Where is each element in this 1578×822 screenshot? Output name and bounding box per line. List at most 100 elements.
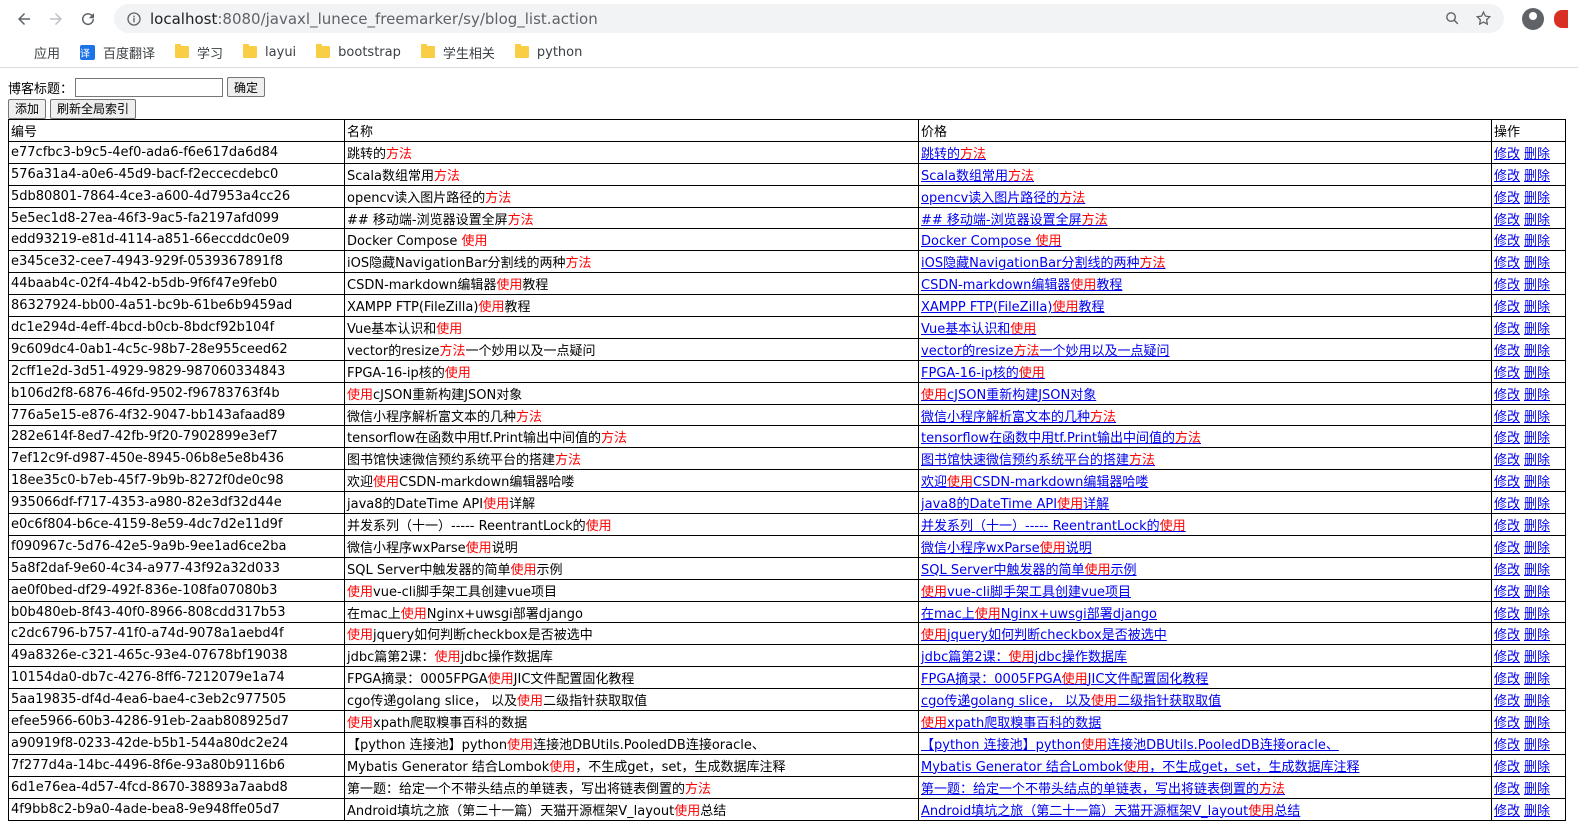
edit-link[interactable]: 修改 (1494, 344, 1520, 359)
blog-title-link[interactable]: FPGA-16-ip核的使用 (921, 366, 1045, 381)
bookmark-folder-layui[interactable]: layui (243, 44, 296, 60)
blog-title-link[interactable]: 使用xpath爬取糗事百科的数据 (921, 716, 1101, 731)
delete-link[interactable]: 删除 (1524, 541, 1550, 556)
edit-link[interactable]: 修改 (1494, 278, 1520, 293)
blog-title-link[interactable]: Scala数组常用方法 (921, 169, 1034, 184)
blog-title-link[interactable]: CSDN-markdown编辑器使用教程 (921, 278, 1122, 293)
bookmark-folder-bootstrap[interactable]: bootstrap (316, 44, 401, 60)
blog-title-link[interactable]: java8的DateTime API使用详解 (921, 497, 1109, 512)
blog-title-link[interactable]: opencv读入图片路径的方法 (921, 191, 1085, 206)
delete-link[interactable]: 删除 (1524, 782, 1550, 797)
blog-title-link[interactable]: ## 移动端-浏览器设置全屏方法 (921, 213, 1108, 228)
blog-title-link[interactable]: cgo传递golang slice， 以及使用二级指针获取取值 (921, 694, 1221, 709)
edit-link[interactable]: 修改 (1494, 410, 1520, 425)
delete-link[interactable]: 删除 (1524, 497, 1550, 512)
delete-link[interactable]: 删除 (1524, 256, 1550, 271)
edit-link[interactable]: 修改 (1494, 782, 1520, 797)
blog-title-link[interactable]: XAMPP FTP(FileZilla)使用教程 (921, 300, 1105, 315)
reload-icon[interactable] (72, 3, 104, 35)
blog-title-link[interactable]: Mybatis Generator 结合Lombok使用，不生成get，set，… (921, 760, 1360, 775)
edit-link[interactable]: 修改 (1494, 738, 1520, 753)
delete-link[interactable]: 删除 (1524, 191, 1550, 206)
delete-link[interactable]: 删除 (1524, 563, 1550, 578)
bookmark-folder-study[interactable]: 学习 (175, 43, 223, 62)
delete-link[interactable]: 删除 (1524, 431, 1550, 446)
blog-title-link[interactable]: 【python 连接池】python使用连接池DBUtils.PooledDB连… (921, 738, 1339, 753)
star-icon[interactable] (1475, 10, 1492, 27)
bookmark-baidu-translate[interactable]: 译 百度翻译 (80, 43, 155, 62)
blog-title-link[interactable]: Android填坑之旅（第二十一篇）天猫开源框架V_layout使用总结 (921, 804, 1300, 819)
delete-link[interactable]: 删除 (1524, 344, 1550, 359)
edit-link[interactable]: 修改 (1494, 300, 1520, 315)
delete-link[interactable]: 删除 (1524, 760, 1550, 775)
delete-link[interactable]: 删除 (1524, 519, 1550, 534)
delete-link[interactable]: 删除 (1524, 388, 1550, 403)
confirm-button[interactable]: 确定 (227, 77, 266, 97)
delete-link[interactable]: 删除 (1524, 475, 1550, 490)
edit-link[interactable]: 修改 (1494, 650, 1520, 665)
edit-link[interactable]: 修改 (1494, 213, 1520, 228)
delete-link[interactable]: 删除 (1524, 738, 1550, 753)
delete-link[interactable]: 删除 (1524, 672, 1550, 687)
edit-link[interactable]: 修改 (1494, 607, 1520, 622)
edit-link[interactable]: 修改 (1494, 256, 1520, 271)
blog-title-link[interactable]: 欢迎使用CSDN-markdown编辑器哈喽 (921, 475, 1148, 490)
edit-link[interactable]: 修改 (1494, 234, 1520, 249)
edit-link[interactable]: 修改 (1494, 322, 1520, 337)
profile-avatar-icon[interactable] (1522, 7, 1544, 30)
forward-arrow-icon[interactable] (40, 3, 72, 35)
delete-link[interactable]: 删除 (1524, 213, 1550, 228)
delete-link[interactable]: 删除 (1524, 234, 1550, 249)
blog-title-link[interactable]: Docker Compose 使用 (921, 234, 1061, 249)
edit-link[interactable]: 修改 (1494, 431, 1520, 446)
address-bar[interactable]: localhost:8080/javaxl_lunece_freemarker/… (114, 4, 1504, 33)
edit-link[interactable]: 修改 (1494, 694, 1520, 709)
delete-link[interactable]: 删除 (1524, 322, 1550, 337)
delete-link[interactable]: 删除 (1524, 453, 1550, 468)
delete-link[interactable]: 删除 (1524, 694, 1550, 709)
delete-link[interactable]: 删除 (1524, 147, 1550, 162)
blog-title-link[interactable]: tensorflow在函数中用tf.Print输出中间值的方法 (921, 431, 1201, 446)
edit-link[interactable]: 修改 (1494, 519, 1520, 534)
edit-link[interactable]: 修改 (1494, 497, 1520, 512)
edit-link[interactable]: 修改 (1494, 366, 1520, 381)
extension-icon[interactable] (1554, 9, 1568, 28)
blog-title-link[interactable]: Vue基本认识和使用 (921, 322, 1036, 337)
add-button[interactable]: 添加 (8, 98, 47, 119)
blog-title-link[interactable]: 并发系列（十一）----- ReentrantLock的使用 (921, 519, 1186, 534)
delete-link[interactable]: 删除 (1524, 607, 1550, 622)
delete-link[interactable]: 删除 (1524, 278, 1550, 293)
delete-link[interactable]: 删除 (1524, 169, 1550, 184)
edit-link[interactable]: 修改 (1494, 563, 1520, 578)
blog-title-link[interactable]: 微信小程序解析富文本的几种方法 (921, 410, 1116, 425)
blog-title-link[interactable]: iOS隐藏NavigationBar分割线的两种方法 (921, 256, 1165, 271)
edit-link[interactable]: 修改 (1494, 541, 1520, 556)
edit-link[interactable]: 修改 (1494, 475, 1520, 490)
edit-link[interactable]: 修改 (1494, 453, 1520, 468)
blog-title-link[interactable]: 跳转的方法 (921, 147, 986, 162)
blog-title-input[interactable] (75, 77, 224, 97)
edit-link[interactable]: 修改 (1494, 760, 1520, 775)
edit-link[interactable]: 修改 (1494, 147, 1520, 162)
edit-link[interactable]: 修改 (1494, 804, 1520, 819)
edit-link[interactable]: 修改 (1494, 388, 1520, 403)
url-text[interactable]: localhost:8080/javaxl_lunece_freemarker/… (150, 10, 1444, 28)
blog-title-link[interactable]: 使用jquery如何判断checkbox是否被选中 (921, 628, 1167, 643)
delete-link[interactable]: 删除 (1524, 804, 1550, 819)
zoom-icon[interactable] (1444, 10, 1461, 27)
blog-title-link[interactable]: 使用vue-cli脚手架工具创建vue项目 (921, 585, 1131, 600)
delete-link[interactable]: 删除 (1524, 366, 1550, 381)
blog-title-link[interactable]: 在mac上使用Nginx+uwsgi部署django (921, 607, 1157, 622)
blog-title-link[interactable]: SQL Server中触发器的简单使用示例 (921, 563, 1137, 578)
edit-link[interactable]: 修改 (1494, 169, 1520, 184)
delete-link[interactable]: 删除 (1524, 300, 1550, 315)
edit-link[interactable]: 修改 (1494, 585, 1520, 600)
info-icon[interactable] (126, 11, 142, 27)
edit-link[interactable]: 修改 (1494, 628, 1520, 643)
blog-title-link[interactable]: vector的resize方法一个妙用以及一点疑问 (921, 344, 1170, 359)
delete-link[interactable]: 删除 (1524, 585, 1550, 600)
blog-title-link[interactable]: 图书馆快速微信预约系统平台的搭建方法 (921, 453, 1155, 468)
delete-link[interactable]: 删除 (1524, 628, 1550, 643)
bookmark-apps[interactable]: 应用 (12, 43, 60, 62)
edit-link[interactable]: 修改 (1494, 716, 1520, 731)
